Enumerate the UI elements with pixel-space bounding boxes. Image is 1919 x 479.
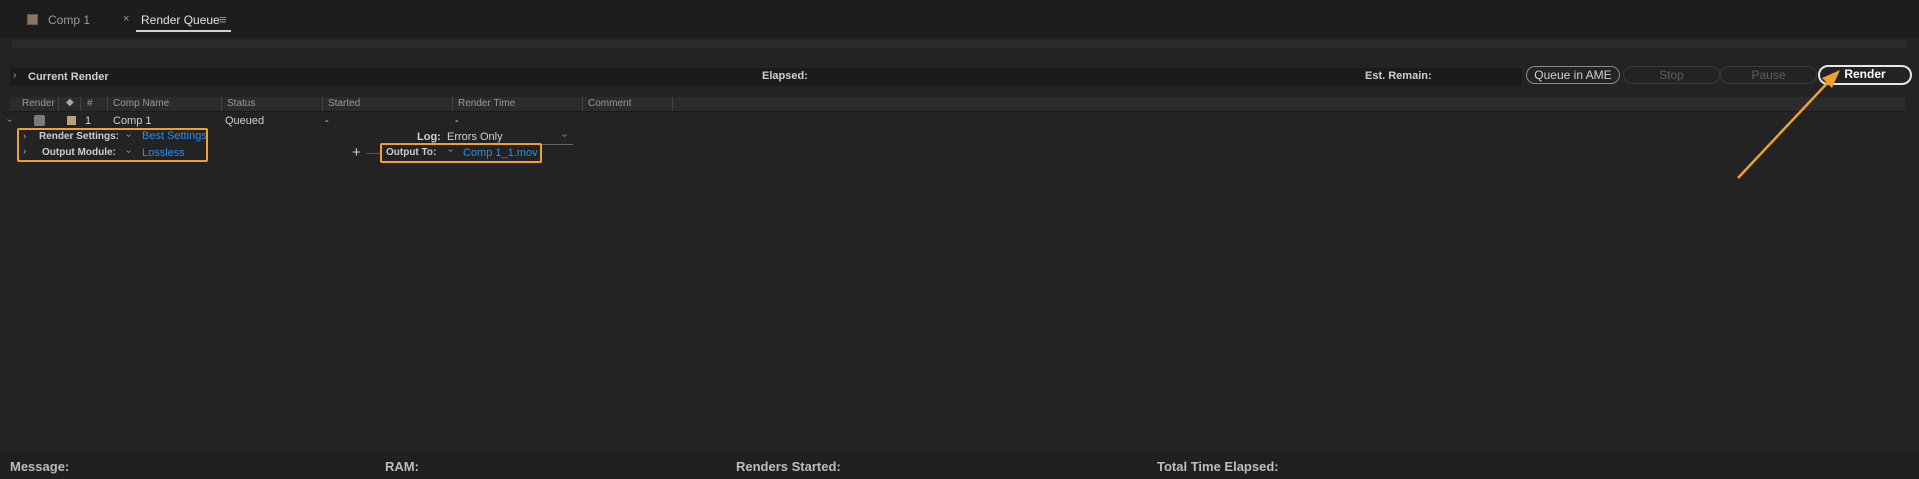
output-to-label: Output To: [386, 147, 437, 158]
chevron-right-icon[interactable]: › [23, 131, 26, 142]
tab-comp-1[interactable]: Comp 1 [48, 13, 90, 27]
render-settings-label: Render Settings: [39, 131, 120, 142]
panel-menu-icon[interactable]: ≡ [219, 12, 227, 27]
annotation-arrow-icon [1737, 70, 1840, 179]
current-render-label: Current Render [28, 71, 109, 83]
composition-icon [27, 14, 38, 25]
column-render-time[interactable]: Render Time [458, 98, 515, 109]
chevron-down-icon[interactable]: › [4, 119, 15, 122]
output-module-label: Output Module: [42, 147, 116, 158]
add-output-module-button[interactable]: + [352, 144, 361, 161]
column-status[interactable]: Status [227, 98, 255, 109]
column-header-bar [10, 97, 1905, 112]
item-comp-name[interactable]: Comp 1 [113, 115, 152, 127]
item-render-time: - [455, 115, 459, 127]
tab-render-queue[interactable]: Render Queue [141, 13, 220, 27]
chevron-down-icon[interactable]: › [559, 134, 570, 137]
chevron-right-icon[interactable]: › [13, 70, 16, 81]
total-time-elapsed-label: Total Time Elapsed: [1157, 459, 1279, 474]
render-checkbox[interactable] [34, 115, 45, 126]
chevron-down-icon[interactable]: › [123, 150, 134, 153]
column-started[interactable]: Started [328, 98, 360, 109]
stop-button[interactable]: Stop [1623, 66, 1720, 84]
item-number: 1 [85, 115, 92, 127]
chevron-right-icon[interactable]: › [23, 146, 26, 157]
item-status: Queued [225, 115, 265, 127]
render-settings-link[interactable]: Best Settings [142, 130, 207, 142]
chevron-down-icon[interactable]: › [123, 134, 134, 137]
panel-tab-bar [0, 0, 1919, 38]
label-color-swatch[interactable] [67, 116, 76, 125]
queue-in-ame-button[interactable]: Queue in AME [1526, 66, 1620, 84]
log-label: Log: [417, 131, 441, 143]
output-to-link[interactable]: Comp 1_1.mov [463, 147, 538, 159]
column-render[interactable]: Render [22, 98, 55, 109]
close-icon[interactable]: × [123, 13, 129, 25]
output-module-link[interactable]: Lossless [142, 147, 185, 159]
chevron-down-icon[interactable]: › [445, 149, 456, 152]
label-tag-icon[interactable]: ◆ [66, 97, 74, 108]
active-tab-indicator [136, 30, 231, 32]
elapsed-label: Elapsed: [762, 70, 808, 82]
message-label: Message: [10, 459, 70, 474]
renders-started-label: Renders Started: [736, 459, 841, 474]
ram-label: RAM: [385, 459, 419, 474]
status-bar [0, 452, 1919, 479]
item-started: - [325, 115, 329, 127]
column-number[interactable]: # [87, 98, 93, 109]
est-remain-label: Est. Remain: [1365, 70, 1432, 82]
log-dropdown[interactable]: Errors Only [447, 131, 503, 143]
render-progress-bar [12, 40, 1907, 48]
remove-output-icon[interactable] [366, 153, 380, 154]
column-comp-name[interactable]: Comp Name [113, 98, 169, 109]
column-comment[interactable]: Comment [588, 98, 631, 109]
